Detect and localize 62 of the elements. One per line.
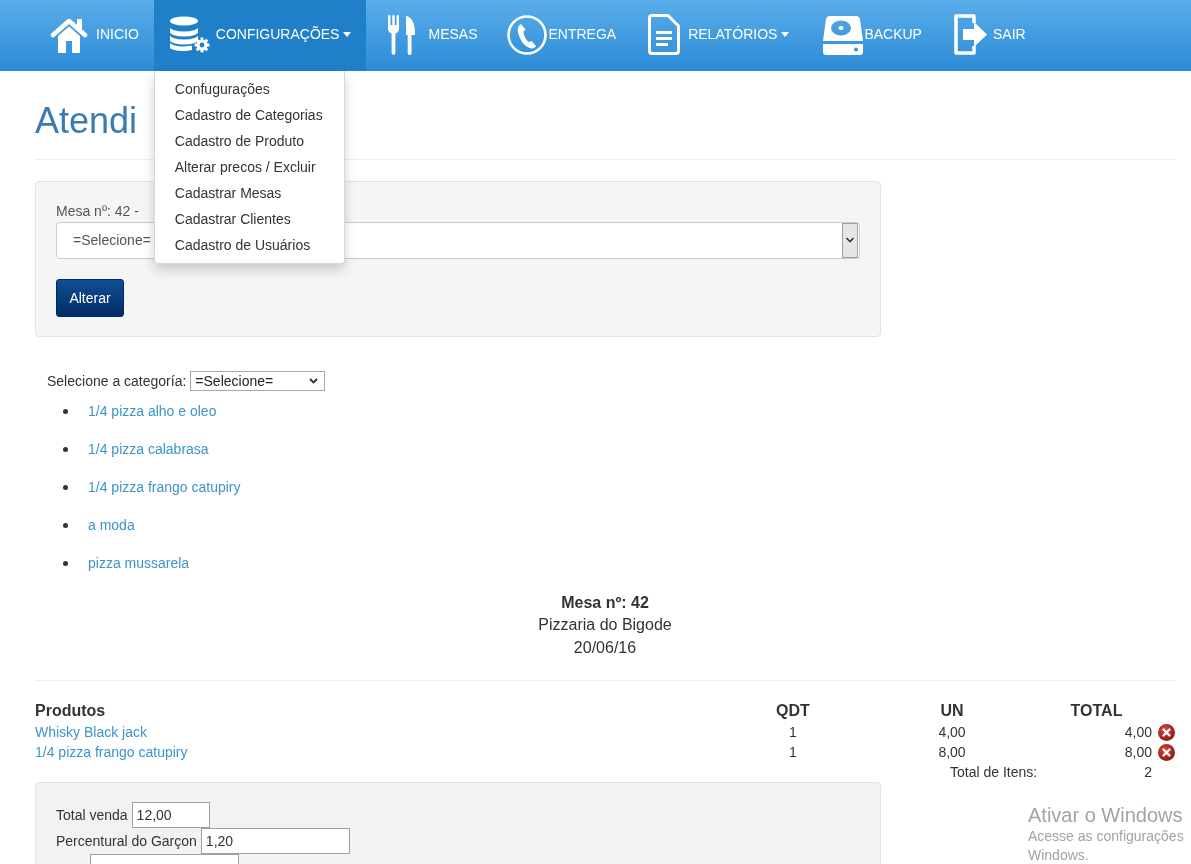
category-label: Selecione a categoría: bbox=[47, 372, 187, 391]
document-icon bbox=[648, 14, 681, 55]
column-header: UN bbox=[940, 701, 964, 721]
menu-item[interactable]: Cadastro de Produto bbox=[154, 128, 344, 154]
fork-knife-icon bbox=[388, 14, 416, 55]
delete-icon[interactable] bbox=[1158, 723, 1175, 741]
exit-arrow-icon bbox=[953, 14, 987, 55]
category-link[interactable]: 1/4 pizza calabrasa bbox=[88, 439, 209, 459]
total-cell-text: 8,00 bbox=[1124, 743, 1152, 762]
field-label: Total venda bbox=[56, 805, 128, 825]
receipt-date: 20/06/16 bbox=[573, 638, 637, 658]
nav-link[interactable]: MESAS bbox=[366, 0, 493, 71]
menu-item[interactable]: Alterar precos / Excluir bbox=[154, 154, 344, 180]
activation-text: Acesse as configurações bbox=[1028, 827, 1184, 846]
restaurant-name: Pizzaria do Bigode bbox=[538, 615, 672, 635]
items-count-label: Total de Itens: bbox=[950, 763, 1038, 782]
category-link[interactable]: a moda bbox=[88, 515, 135, 535]
product-link[interactable]: 1/4 pizza frango catupiry bbox=[35, 742, 188, 762]
bullet-icon bbox=[63, 484, 68, 490]
quantity-cell-text: 1 bbox=[789, 723, 797, 742]
category-link[interactable]: 1/4 pizza frango catupiry bbox=[88, 477, 241, 497]
bullet-icon bbox=[63, 408, 68, 414]
unit-price-cell-text: 4,00 bbox=[938, 723, 966, 742]
items-count-value: 2 bbox=[1144, 763, 1152, 782]
activation-text: Windows. bbox=[1028, 846, 1089, 864]
column-header: Produtos bbox=[35, 701, 106, 721]
bullet-icon bbox=[63, 560, 68, 566]
menu-item[interactable]: Confugurações bbox=[154, 76, 344, 102]
nav-link[interactable]: BACKUP bbox=[804, 0, 937, 71]
product-link[interactable]: Whisky Black jack bbox=[35, 722, 148, 742]
nav-link[interactable]: ENTREGA bbox=[492, 0, 632, 71]
hard-drive-icon bbox=[823, 14, 864, 55]
database-gear-icon bbox=[168, 16, 210, 53]
category-select[interactable]: =Selecione= bbox=[190, 371, 326, 391]
quantity-cell-text: 1 bbox=[789, 743, 797, 762]
delete-icon[interactable] bbox=[1158, 743, 1175, 761]
nav-link[interactable]: SAIR bbox=[936, 0, 1041, 71]
chevron-down-icon bbox=[842, 223, 858, 258]
menu-item[interactable]: Cadastrar Mesas bbox=[154, 180, 344, 206]
menu-item[interactable]: Cadastro de Categorias bbox=[154, 102, 344, 128]
category-link[interactable]: 1/4 pizza alho e oleo bbox=[88, 401, 217, 421]
menu-item[interactable]: Cadastro de Usuários bbox=[154, 232, 344, 258]
page-title: Atendi bbox=[35, 101, 138, 141]
alterar-button[interactable]: Alterar bbox=[56, 279, 124, 317]
text-field[interactable]: 1,20 bbox=[200, 828, 350, 854]
column-header: QDT bbox=[776, 701, 810, 721]
bullet-icon bbox=[63, 522, 68, 528]
nav-link[interactable]: RELATÓRIOS bbox=[631, 0, 805, 71]
receipt-title: Mesa nº: 42 bbox=[561, 593, 649, 613]
phone-icon bbox=[507, 14, 548, 55]
nav-link[interactable]: INICIO bbox=[35, 0, 154, 71]
activation-title: Ativar o Windows bbox=[1028, 803, 1183, 827]
text-field[interactable]: 12,00 bbox=[131, 802, 210, 828]
unit-price-cell-text: 8,00 bbox=[938, 743, 966, 762]
column-header: TOTAL bbox=[1070, 701, 1123, 721]
field-label: Percentural do Garçon bbox=[56, 831, 197, 851]
chevron-down-icon bbox=[309, 378, 319, 384]
table-label: Mesa nº: 42 - bbox=[56, 202, 139, 221]
category-link[interactable]: pizza mussarela bbox=[88, 553, 190, 573]
nav-link[interactable]: CONFIGURAÇÕES bbox=[153, 0, 367, 71]
total-cell-text: 4,00 bbox=[1124, 723, 1152, 742]
bullet-icon bbox=[63, 446, 68, 452]
